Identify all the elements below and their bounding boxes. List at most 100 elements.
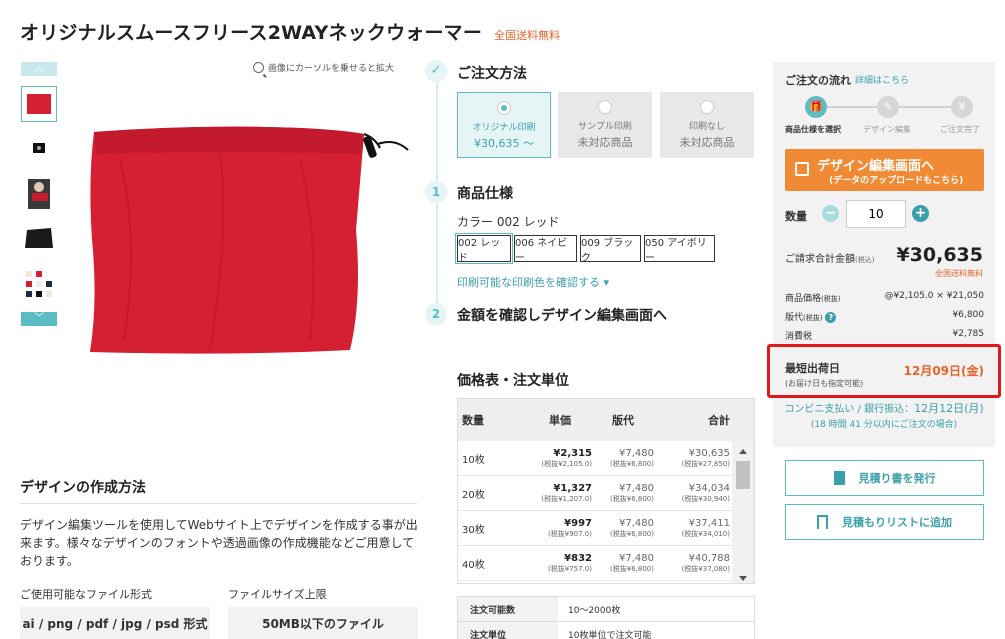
quantity-label: 数量 <box>785 210 807 223</box>
cta-sub-label: (データのアップロードもこちら) <box>829 176 964 186</box>
quantity-input[interactable] <box>846 200 906 228</box>
flow-title: ご注文の流れ <box>785 74 851 87</box>
zoom-hint: 画像にカーソルを乗せると拡大 <box>253 61 394 74</box>
radio-icon <box>497 101 511 115</box>
method-original-print[interactable]: オリジナル印刷 ¥30,635 〜 <box>457 92 551 158</box>
document-icon <box>833 471 845 485</box>
header-total: 合計 <box>708 414 730 427</box>
total-free-shipping: 全国送料無料 <box>935 269 983 278</box>
add-to-quote-list-button[interactable]: 見積もりリストに追加 <box>785 504 984 540</box>
thumbnail-1[interactable] <box>21 86 57 122</box>
total-price-sub: (税抜¥27,850) <box>681 459 730 468</box>
bank-payment-date: 12月12日(月) <box>914 402 984 415</box>
table-row: 20枚 ¥1,327 (税抜¥1,207.0) ¥7,480 (税抜¥6,800) … <box>458 476 754 511</box>
unit-price-sub: (税抜¥757.0) <box>548 564 592 573</box>
scroll-down-icon[interactable] <box>739 576 747 581</box>
row-plate: ¥7,480 (税抜¥6,800) <box>592 448 654 469</box>
thumbnail-3[interactable] <box>21 176 57 212</box>
breakdown-key-text: 版代 <box>785 313 804 323</box>
color-option-ivory[interactable]: 050 アイボリー <box>644 235 715 264</box>
title-row: オリジナルスムースフリース2WAYネックウォーマー 全国送料無料 <box>20 18 560 45</box>
scroll-thumb[interactable] <box>736 461 750 489</box>
flow-details-link[interactable]: 詳細はこちら <box>855 73 909 86</box>
plate-price-sub: (税抜¥6,800) <box>610 494 654 503</box>
thumb-scroll-down-button[interactable]: ﹀ <box>21 312 57 326</box>
total-price: ¥37,411 <box>688 517 730 529</box>
help-icon[interactable]: ? <box>825 312 837 323</box>
ship-date-value: 12月09日(金) <box>903 364 984 378</box>
file-types-value: ai / png / pdf / jpg / psd 形式 <box>20 607 210 639</box>
design-method-heading: デザインの作成方法 <box>20 480 146 496</box>
thumbnail-black-item <box>33 143 45 153</box>
gift-icon: 🎁 <box>805 96 827 118</box>
info-key: 注文可能数 <box>458 597 558 621</box>
info-row: 注文単位 10枚単位で注文可能 <box>458 622 754 639</box>
breakdown-row: 消費税 ¥2,785 <box>785 329 984 342</box>
info-value: 10枚単位で注文可能 <box>568 630 652 639</box>
unit-price-sub: (税抜¥1,207.0) <box>541 494 592 503</box>
plate-price: ¥7,480 <box>619 447 654 459</box>
ship-date-label: 最短出荷日 <box>785 362 840 375</box>
order-sidebar: ご注文の流れ 詳細はこちら 🎁 ✎ ¥ 商品仕様を選択 デザイン編集 ご注文完了… <box>767 62 1001 447</box>
ship-date-sub: (お届け日も指定可能) <box>785 379 864 388</box>
step-1-badge: 1 <box>425 181 447 203</box>
flow-step-3: ご注文完了 <box>940 125 980 134</box>
breakdown-key: 消費税 <box>785 332 813 342</box>
table-row: 40枚 ¥832 (税抜¥757.0) ¥7,480 (税抜¥6,800) ¥40,… <box>458 546 754 581</box>
yen-icon: ¥ <box>951 96 973 118</box>
price-table-header: 数量 単価 版代 合計 <box>458 399 754 441</box>
price-table-title: 価格表・注文単位 <box>457 373 569 389</box>
row-total: ¥30,635 (税抜¥27,850) <box>654 448 730 469</box>
row-unit: ¥1,327 (税抜¥1,207.0) <box>528 483 592 504</box>
row-plate: ¥7,480 (税抜¥6,800) <box>592 518 654 539</box>
issue-quote-label: 見積り書を発行 <box>858 472 936 485</box>
thumb-scroll-up-button[interactable]: ︿ <box>21 62 57 76</box>
thumbnail-black-bag <box>25 228 53 248</box>
header-unit: 単価 <box>549 414 571 427</box>
flow-step-2: デザイン編集 <box>863 125 911 134</box>
thumbnail-2[interactable] <box>21 130 57 166</box>
price-table[interactable]: 数量 単価 版代 合計 10枚 ¥2,315 (税抜¥2,105.0) ¥7,48… <box>457 398 755 584</box>
table-scrollbar[interactable] <box>732 441 754 583</box>
main-product-image[interactable] <box>80 120 420 370</box>
breakdown-key: 版代(税抜) ? <box>785 310 837 323</box>
row-qty: 30枚 <box>462 524 485 536</box>
method-value: 未対応商品 <box>679 136 735 149</box>
header-plate: 版代 <box>612 414 634 427</box>
step-1-title: 商品仕様 <box>457 186 513 202</box>
plate-price: ¥7,480 <box>619 517 654 529</box>
thumbnail-5[interactable] <box>21 266 57 302</box>
color-option-black[interactable]: 009 ブラック <box>580 235 641 264</box>
scroll-up-icon[interactable] <box>739 449 747 454</box>
breakdown-key-sub: (税抜) <box>821 295 841 303</box>
method-name: サンプル印刷 <box>578 122 632 132</box>
quantity-plus-button[interactable]: + <box>912 205 929 222</box>
quantity-minus-button[interactable]: − <box>822 205 839 222</box>
row-total: ¥40,788 (税抜¥37,080) <box>654 553 730 574</box>
total-price: ¥34,034 <box>688 482 730 494</box>
total-price-sub: (税抜¥30,940) <box>681 494 730 503</box>
method-sample-print[interactable]: サンプル印刷 未対応商品 <box>558 92 652 158</box>
zoom-hint-text: 画像にカーソルを乗せると拡大 <box>268 64 395 74</box>
method-no-print[interactable]: 印刷なし 未対応商品 <box>660 92 754 158</box>
issue-quote-button[interactable]: 見積り書を発行 <box>785 460 984 496</box>
breakdown-row: 版代(税抜) ? ¥6,800 <box>785 310 984 323</box>
total-label-text: ご請求合計金額 <box>785 254 855 265</box>
file-types-label: ご使用可能なファイル形式 <box>20 588 152 601</box>
row-plate: ¥7,480 (税抜¥6,800) <box>592 483 654 504</box>
design-editor-button[interactable]: デザイン編集画面へ (データのアップロードもこちら) <box>785 149 984 191</box>
print-colors-link[interactable]: 印刷可能な印刷色を確認する ▾ <box>457 274 609 290</box>
row-unit: ¥997 (税抜¥907.0) <box>528 518 592 539</box>
color-option-red[interactable]: 002 レッド <box>455 233 513 264</box>
total-label-tax: (税込) <box>855 256 875 264</box>
info-value: 10〜2000枚 <box>568 605 621 616</box>
bookmark-icon <box>817 515 828 529</box>
breakdown-key-sub: (税抜) <box>803 314 823 322</box>
unit-price-sub: (税抜¥2,105.0) <box>541 459 592 468</box>
total-price-sub: (税抜¥37,080) <box>681 564 730 573</box>
file-size-value: 50MB以下のファイル <box>228 607 418 639</box>
color-option-navy[interactable]: 006 ネイビー <box>514 235 577 264</box>
thumbnail-red-bag <box>27 94 51 114</box>
thumbnail-4[interactable] <box>21 220 57 256</box>
breakdown-key-text: 商品価格 <box>785 294 822 304</box>
